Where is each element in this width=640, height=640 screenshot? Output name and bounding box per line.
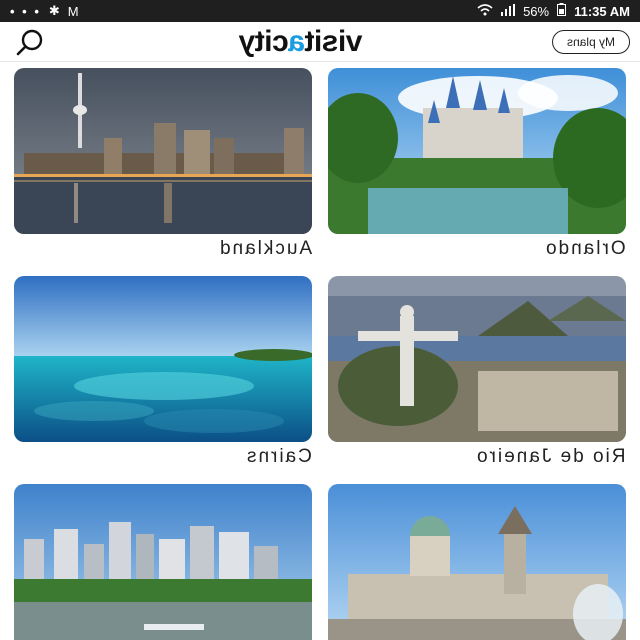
mail-icon: M (67, 3, 79, 19)
city-photo-brisbane (14, 484, 312, 640)
my-plans-button[interactable]: My plans (551, 29, 630, 54)
status-bar: • • • ✱ M 56% 11:35 AM (0, 0, 640, 22)
search-button[interactable] (10, 25, 50, 59)
brand-logo[interactable]: visitacity (239, 25, 362, 59)
battery-level: 56% (523, 3, 550, 19)
city-label-rio-de-janeiro: Rio de Janeiro (475, 446, 626, 467)
city-label-cairns: Cairns (245, 446, 312, 467)
city-card-orlando[interactable]: Orlando (328, 68, 626, 259)
brand-suffix: city (239, 24, 289, 58)
city-photo-orlando (328, 68, 626, 234)
city-label-orlando: Orlando (544, 238, 626, 259)
bluetooth-icon: ✱ (48, 3, 60, 18)
city-card-rio-de-janeiro[interactable]: Rio de Janeiro (328, 276, 626, 467)
brand-accent: a (288, 24, 306, 58)
city-card-buenos-aires[interactable] (328, 484, 626, 640)
city-card-auckland[interactable]: Auckland (14, 68, 312, 259)
city-photo-cairns (14, 276, 312, 442)
city-photo-auckland (14, 68, 312, 234)
search-icon (16, 29, 43, 55)
battery-icon (557, 3, 567, 19)
city-label-auckland: Auckland (217, 238, 312, 259)
status-left: • • • ✱ M (10, 3, 79, 19)
status-right: 56% 11:35 AM (477, 3, 630, 19)
wifi-icon (477, 3, 493, 19)
city-photo-rio-de-janeiro (328, 276, 626, 442)
brand-prefix: visit (305, 24, 363, 58)
city-grid: Orlando Auckland Rio de Janeiro Cairns (0, 62, 640, 640)
more-dots-icon: • • • (10, 3, 41, 19)
city-card-brisbane[interactable] (14, 484, 312, 640)
city-card-cairns[interactable]: Cairns (14, 276, 312, 467)
signal-icon (501, 3, 516, 19)
app-header: visitacity My plans (0, 22, 640, 62)
status-time: 11:35 AM (574, 3, 630, 19)
my-plans-label: My plans (566, 34, 615, 49)
city-photo-buenos-aires (328, 484, 626, 640)
